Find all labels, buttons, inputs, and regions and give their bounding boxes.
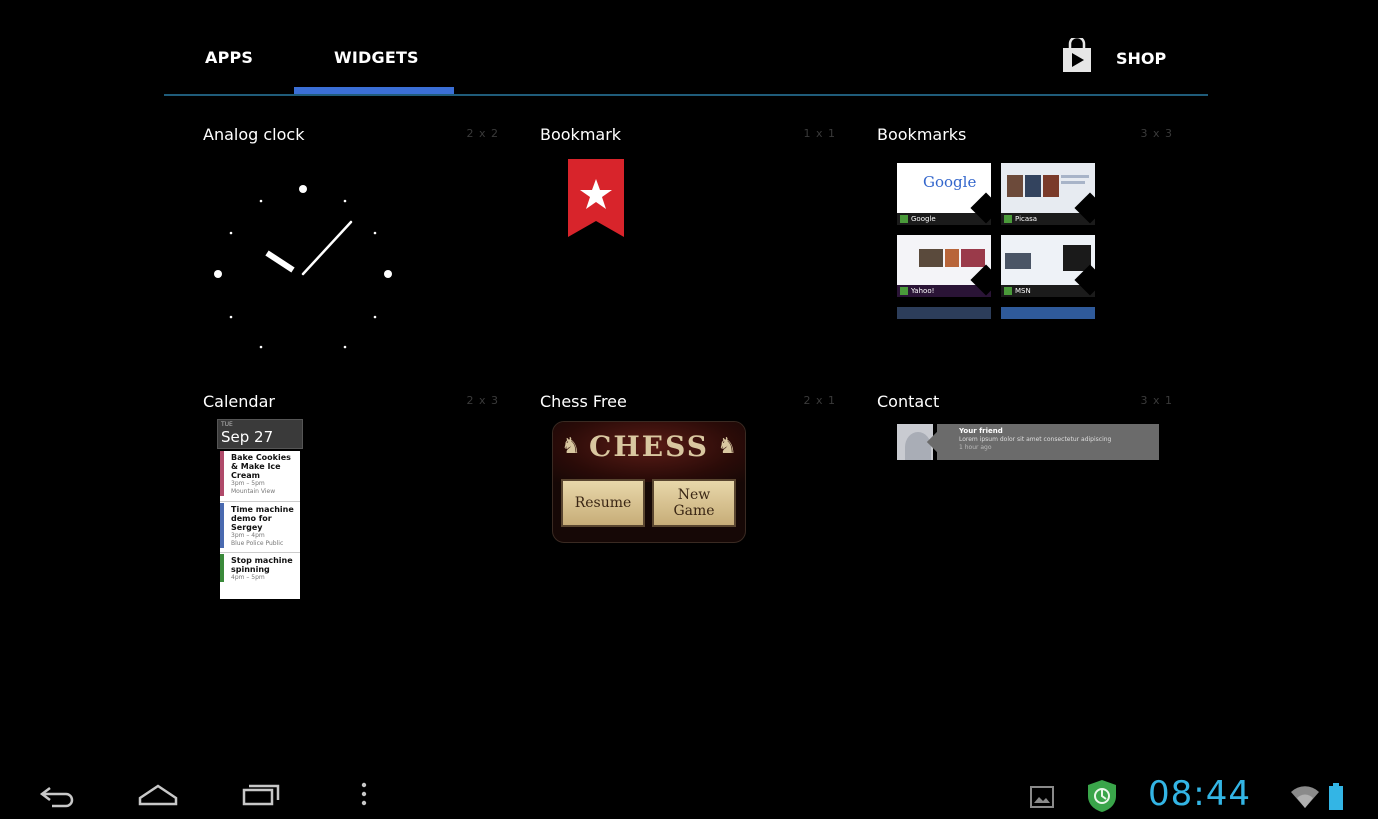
- shop-label: SHOP: [1116, 48, 1167, 68]
- bookmark-tile: Google Google: [897, 163, 991, 225]
- play-store-bag-icon: [1060, 35, 1094, 78]
- calendar-events: Bake Cookies & Make Ice Cream 3pm – 5pm …: [220, 451, 300, 599]
- calendar-header: TUE Sep 27: [217, 419, 303, 449]
- event-place: Blue Police Public: [231, 540, 284, 547]
- event-time: 3pm – 4pm: [231, 532, 265, 539]
- event-time: 4pm – 5pm: [231, 574, 265, 581]
- chess-title: CHESS: [589, 430, 709, 463]
- widget-title: Analog clock: [203, 125, 305, 144]
- widget-size: 1 x 1: [803, 127, 836, 140]
- bookmark-tile: Yahoo!: [897, 235, 991, 297]
- event-title: Time machine demo for Sergey: [231, 505, 294, 532]
- bookmark-ribbon-icon: [568, 159, 624, 237]
- contact-status: Lorem ipsum dolor sit amet consectetur a…: [959, 436, 1112, 443]
- bookmark-tile: Picasa: [1001, 163, 1095, 225]
- chess-new-game-button[interactable]: New Game: [652, 479, 736, 527]
- widget-size: 2 x 3: [466, 394, 499, 407]
- bookmarks-grid-preview: Google Google Picasa Yahoo! MSN: [897, 155, 1097, 325]
- event-place: Mountain View: [231, 488, 276, 495]
- widget-title: Bookmark: [540, 125, 622, 144]
- chess-preview: ♞ CHESS ♞ Resume New Game: [552, 421, 746, 543]
- widget-size: 2 x 2: [466, 127, 499, 140]
- shop-button[interactable]: SHOP: [1060, 35, 1167, 78]
- event-time: 3pm – 5pm: [231, 480, 265, 487]
- calendar-event: Time machine demo for Sergey 3pm – 4pm B…: [220, 503, 300, 548]
- widget-contact[interactable]: Contact 3 x 1 Your friend Lorem ipsum do…: [877, 392, 1177, 647]
- security-shield-icon[interactable]: [1084, 778, 1120, 818]
- contact-preview: Your friend Lorem ipsum dolor sit amet c…: [897, 424, 1159, 460]
- status-clock: 08:44: [1148, 774, 1251, 814]
- recent-apps-button[interactable]: [240, 778, 284, 814]
- contact-name: Your friend: [959, 427, 1003, 435]
- wifi-icon: [1290, 782, 1320, 816]
- tab-apps[interactable]: APPS: [205, 48, 253, 67]
- widget-title: Chess Free: [540, 392, 627, 411]
- recent-apps-icon: [240, 776, 284, 816]
- home-icon: [136, 776, 180, 816]
- google-logo-text: Google: [923, 173, 977, 191]
- contact-card: Your friend Lorem ipsum dolor sit amet c…: [937, 424, 1159, 460]
- analog-clock-preview: [214, 185, 392, 349]
- event-title: Bake Cookies & Make Ice Cream: [231, 453, 291, 480]
- event-title: Stop machine spinning: [231, 556, 293, 574]
- widget-calendar[interactable]: Calendar 2 x 3 TUE Sep 27 Bake Cookies &…: [203, 392, 503, 647]
- contact-time: 1 hour ago: [959, 444, 992, 451]
- calendar-date: Sep 27: [221, 428, 274, 446]
- menu-overflow-button[interactable]: [342, 778, 386, 814]
- widget-size: 3 x 1: [1140, 394, 1173, 407]
- widget-bookmarks[interactable]: Bookmarks 3 x 3 Google Google Picasa Yah…: [877, 125, 1177, 380]
- battery-icon: [1328, 782, 1344, 816]
- widget-size: 2 x 1: [803, 394, 836, 407]
- home-button[interactable]: [136, 778, 180, 814]
- chess-knight-icon: ♞: [717, 434, 737, 459]
- chess-resume-button[interactable]: Resume: [561, 479, 645, 527]
- bookmark-tile-peek: [897, 307, 991, 319]
- tab-widgets[interactable]: WIDGETS: [334, 48, 419, 67]
- back-button[interactable]: [34, 778, 78, 814]
- tab-divider: [164, 94, 1208, 96]
- calendar-event: Bake Cookies & Make Ice Cream 3pm – 5pm …: [220, 451, 300, 496]
- bookmark-tile-peek: [1001, 307, 1095, 319]
- widget-size: 3 x 3: [1140, 127, 1173, 140]
- widget-chess-free[interactable]: Chess Free 2 x 1 ♞ CHESS ♞ Resume New Ga…: [540, 392, 840, 647]
- widget-title: Contact: [877, 392, 940, 411]
- gallery-notification-icon[interactable]: [1030, 786, 1054, 812]
- widget-analog-clock[interactable]: Analog clock 2 x 2: [203, 125, 503, 380]
- widget-bookmark[interactable]: Bookmark 1 x 1: [540, 125, 840, 380]
- calendar-preview: TUE Sep 27 Bake Cookies & Make Ice Cream…: [217, 419, 303, 599]
- bookmark-tile: MSN: [1001, 235, 1095, 297]
- back-icon: [34, 776, 78, 816]
- calendar-event: Stop machine spinning 4pm – 5pm: [220, 554, 300, 582]
- widget-title: Calendar: [203, 392, 275, 411]
- menu-overflow-icon: [342, 776, 386, 816]
- widget-title: Bookmarks: [877, 125, 967, 144]
